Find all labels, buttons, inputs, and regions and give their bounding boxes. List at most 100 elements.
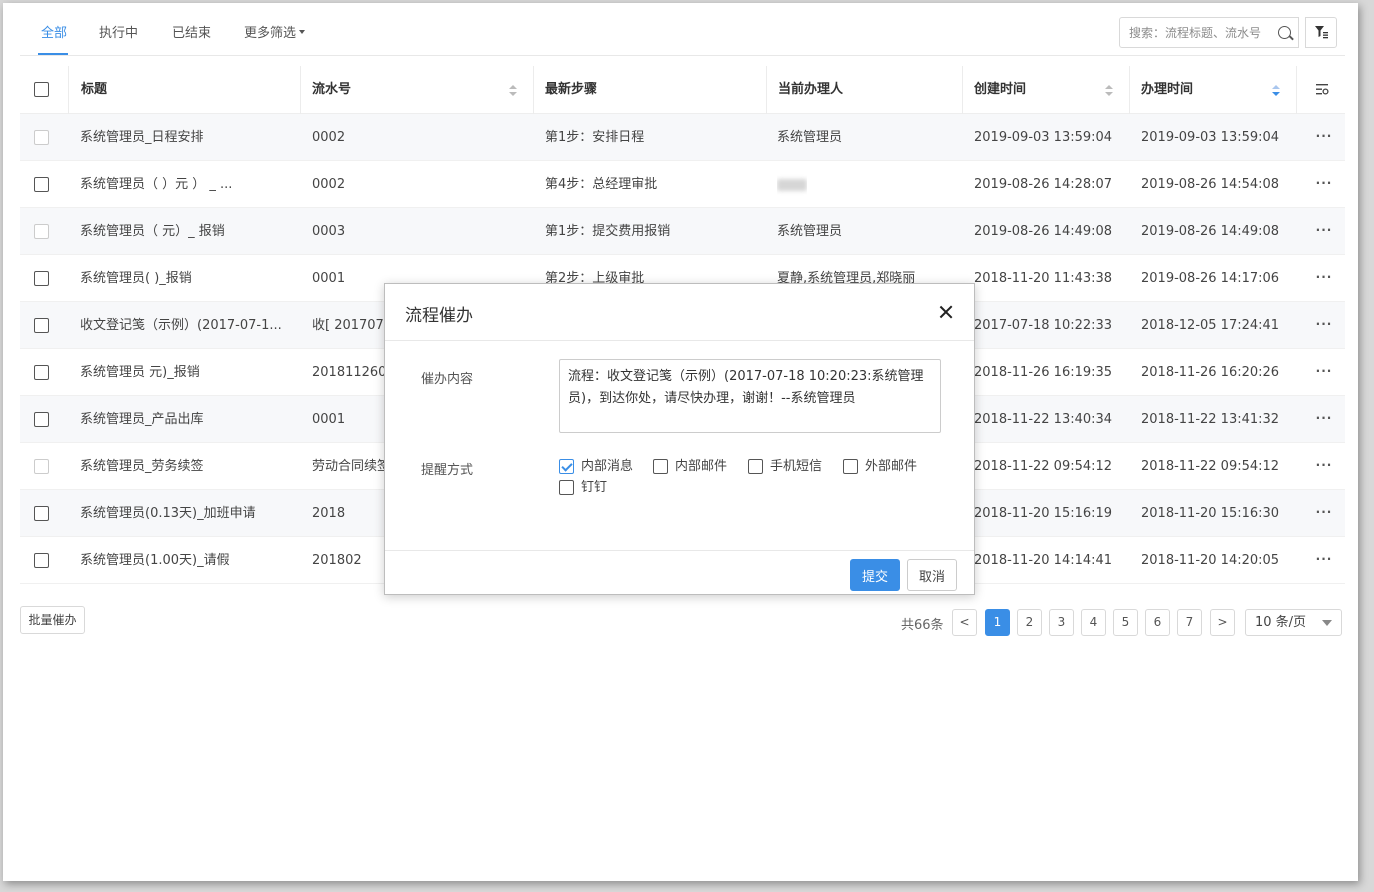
dialog-header: 流程催办	[385, 284, 974, 341]
page-6-button[interactable]: 6	[1145, 609, 1170, 636]
row-more-icon[interactable]: ···	[1314, 114, 1334, 158]
row-handled: 2018-11-20 15:16:30	[1141, 506, 1280, 521]
row-more-icon[interactable]: ···	[1314, 208, 1334, 252]
row-title[interactable]: 系统管理员(1.00天)_请假	[80, 537, 230, 583]
header-serial: 流水号	[312, 82, 352, 97]
page-3-button[interactable]: 3	[1049, 609, 1074, 636]
search-icon[interactable]	[1278, 26, 1291, 39]
option-sms[interactable]: 手机短信	[748, 458, 822, 476]
row-checkbox[interactable]	[34, 318, 49, 333]
row-more-icon[interactable]: ···	[1314, 443, 1334, 487]
row-serial: 0001	[312, 271, 346, 286]
page-4-button[interactable]: 4	[1081, 609, 1106, 636]
table-row[interactable]: 系统管理员（ ）元 ） _ ... 0002 第4步：总经理审批 2019-08…	[20, 161, 1345, 208]
checkbox-checked[interactable]	[559, 459, 574, 474]
page-1-button[interactable]: 1	[985, 609, 1010, 636]
row-created: 2019-08-26 14:28:07	[974, 177, 1113, 192]
row-created: 2019-08-26 14:49:08	[974, 224, 1113, 239]
row-title[interactable]: 系统管理员_劳务续签	[80, 443, 204, 489]
row-more-icon[interactable]: ···	[1314, 161, 1334, 205]
row-handled: 2019-09-03 13:59:04	[1141, 130, 1280, 145]
sort-created-icon[interactable]	[1105, 85, 1113, 97]
row-title[interactable]: 系统管理员_产品出库	[80, 396, 204, 442]
row-checkbox[interactable]	[34, 365, 49, 380]
row-checkbox[interactable]	[34, 224, 49, 239]
row-handled: 2019-08-26 14:49:08	[1141, 224, 1280, 239]
row-checkbox[interactable]	[34, 271, 49, 286]
row-checkbox[interactable]	[34, 177, 49, 192]
option-internal-message[interactable]: 内部消息	[559, 458, 633, 476]
option-internal-mail[interactable]: 内部邮件	[653, 458, 727, 476]
row-handled: 2018-11-20 14:20:05	[1141, 553, 1280, 568]
row-serial: 0002	[312, 177, 346, 192]
row-checkbox[interactable]	[34, 553, 49, 568]
page-size-select[interactable]: 10 条/页	[1245, 609, 1342, 636]
checkbox[interactable]	[748, 459, 763, 474]
row-checkbox[interactable]	[34, 412, 49, 427]
close-icon[interactable]	[936, 302, 956, 322]
checkbox[interactable]	[843, 459, 858, 474]
table-row[interactable]: 系统管理员（ 元）_ 报销 0003 第1步：提交费用报销 系统管理员 2019…	[20, 208, 1345, 255]
row-handler: 系统管理员	[777, 130, 843, 145]
dialog-footer-divider	[385, 550, 974, 551]
option-dingtalk[interactable]: 钉钉	[559, 479, 607, 497]
row-title[interactable]: 系统管理员( )_报销	[80, 255, 192, 301]
row-more-icon[interactable]: ···	[1314, 490, 1334, 534]
sort-serial-icon[interactable]	[509, 85, 517, 97]
row-step: 第4步：总经理审批	[545, 177, 658, 192]
search-input[interactable]	[1120, 18, 1270, 47]
row-checkbox[interactable]	[34, 506, 49, 521]
next-page-button[interactable]: >	[1210, 609, 1235, 636]
advanced-filter-button[interactable]	[1305, 17, 1337, 48]
row-step: 第1步：提交费用报销	[545, 224, 671, 239]
active-tab-indicator	[38, 53, 68, 55]
row-title[interactable]: 系统管理员（ ）元 ） _ ...	[80, 161, 232, 207]
option-external-mail[interactable]: 外部邮件	[843, 458, 917, 476]
option-label: 内部邮件	[675, 459, 728, 474]
row-created: 2018-11-22 13:40:34	[974, 412, 1113, 427]
row-title[interactable]: 收文登记笺（示例）(2017-07-1...	[80, 302, 282, 348]
row-serial: 0003	[312, 224, 346, 239]
row-serial: 0001	[312, 412, 346, 427]
page-5-button[interactable]: 5	[1113, 609, 1138, 636]
checkbox[interactable]	[559, 480, 574, 495]
checkbox[interactable]	[653, 459, 668, 474]
select-all-checkbox[interactable]	[34, 82, 49, 97]
table-row[interactable]: 系统管理员_日程安排 0002 第1步：安排日程 系统管理员 2019-09-0…	[20, 114, 1345, 161]
tab-more-filters[interactable]: 更多筛选	[244, 22, 306, 41]
sort-handled-icon[interactable]	[1272, 85, 1280, 97]
row-more-icon[interactable]: ···	[1314, 302, 1334, 346]
page-7-button[interactable]: 7	[1177, 609, 1202, 636]
row-checkbox[interactable]	[34, 130, 49, 145]
page-2-button[interactable]: 2	[1017, 609, 1042, 636]
batch-urge-button[interactable]: 批量催办	[20, 606, 85, 634]
tab-running[interactable]: 执行中	[99, 22, 138, 41]
row-created: 2018-11-26 16:19:35	[974, 365, 1113, 380]
column-settings-icon[interactable]	[1316, 84, 1329, 95]
chevron-down-icon	[1322, 620, 1332, 626]
row-serial: 劳动合同续签	[312, 459, 391, 474]
app-window: 全部 执行中 已结束 更多筛选 标题 流水号 最新步骤	[3, 3, 1358, 881]
row-more-icon[interactable]: ···	[1314, 255, 1334, 299]
row-more-icon[interactable]: ···	[1314, 537, 1334, 581]
row-title[interactable]: 系统管理员_日程安排	[80, 114, 204, 160]
page-size-value: 10 条/页	[1255, 615, 1307, 630]
cancel-button[interactable]: 取消	[907, 559, 957, 591]
row-checkbox[interactable]	[34, 459, 49, 474]
row-more-icon[interactable]: ···	[1314, 349, 1334, 393]
option-label: 外部邮件	[865, 459, 918, 474]
row-more-icon[interactable]: ···	[1314, 396, 1334, 440]
row-title[interactable]: 系统管理员(0.13天)_加班申请	[80, 490, 256, 536]
submit-button[interactable]: 提交	[850, 559, 900, 591]
header-title: 标题	[81, 82, 108, 97]
header-handler: 当前办理人	[778, 82, 844, 97]
table-header: 标题 流水号 最新步骤 当前办理人 创建时间 办理时间	[20, 66, 1345, 114]
row-title[interactable]: 系统管理员（ 元）_ 报销	[80, 208, 225, 254]
urge-content-textarea[interactable]: 流程：收文登记笺（示例）(2017-07-18 10:20:23:系统管理员)，…	[559, 359, 941, 433]
row-title[interactable]: 系统管理员 元)_报销	[80, 349, 200, 395]
urge-dialog: 流程催办 催办内容 流程：收文登记笺（示例）(2017-07-18 10:20:…	[384, 283, 975, 595]
tab-all[interactable]: 全部	[41, 22, 67, 41]
tab-finished[interactable]: 已结束	[172, 22, 211, 41]
prev-page-button[interactable]: <	[952, 609, 977, 636]
filter-icon	[1315, 26, 1328, 39]
